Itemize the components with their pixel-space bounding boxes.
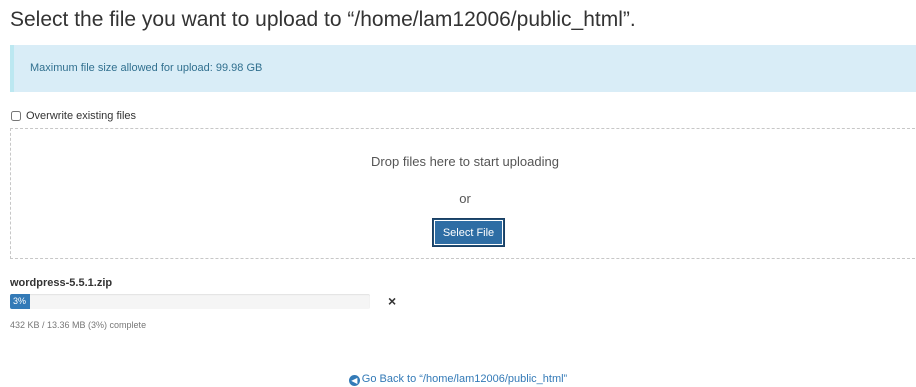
go-back-label: Go Back to “/home/lam12006/public_html” <box>361 373 568 385</box>
upload-file-name: wordpress-5.5.1.zip <box>10 277 113 289</box>
go-back-link[interactable]: ◀ Go Back to “/home/lam12006/public_html” <box>348 373 568 386</box>
max-file-size-alert: Maximum file size allowed for upload: 99… <box>10 45 916 92</box>
arrow-left-circle-icon: ◀ <box>348 375 360 386</box>
max-file-size-text: Maximum file size allowed for upload: 99… <box>30 62 263 74</box>
select-file-button[interactable]: Select File <box>433 219 504 246</box>
or-separator: or <box>459 191 471 206</box>
page-title: Select the file you want to upload to “/… <box>10 8 636 31</box>
drop-instructions: Drop files here to start uploading <box>371 154 559 169</box>
upload-progress-status: 432 KB / 13.36 MB (3%) complete <box>10 320 147 330</box>
upload-progress-fill: 3% <box>10 294 30 309</box>
overwrite-label: Overwrite existing files <box>26 110 137 122</box>
go-back-row: ◀ Go Back to “/home/lam12006/public_html” <box>0 373 916 386</box>
overwrite-checkbox[interactable] <box>11 111 21 121</box>
close-icon[interactable]: × <box>388 294 396 309</box>
upload-progress-bar: 3% <box>10 294 370 309</box>
file-drop-zone[interactable]: Drop files here to start uploading or Se… <box>10 128 916 259</box>
overwrite-option[interactable]: Overwrite existing files <box>10 109 136 123</box>
